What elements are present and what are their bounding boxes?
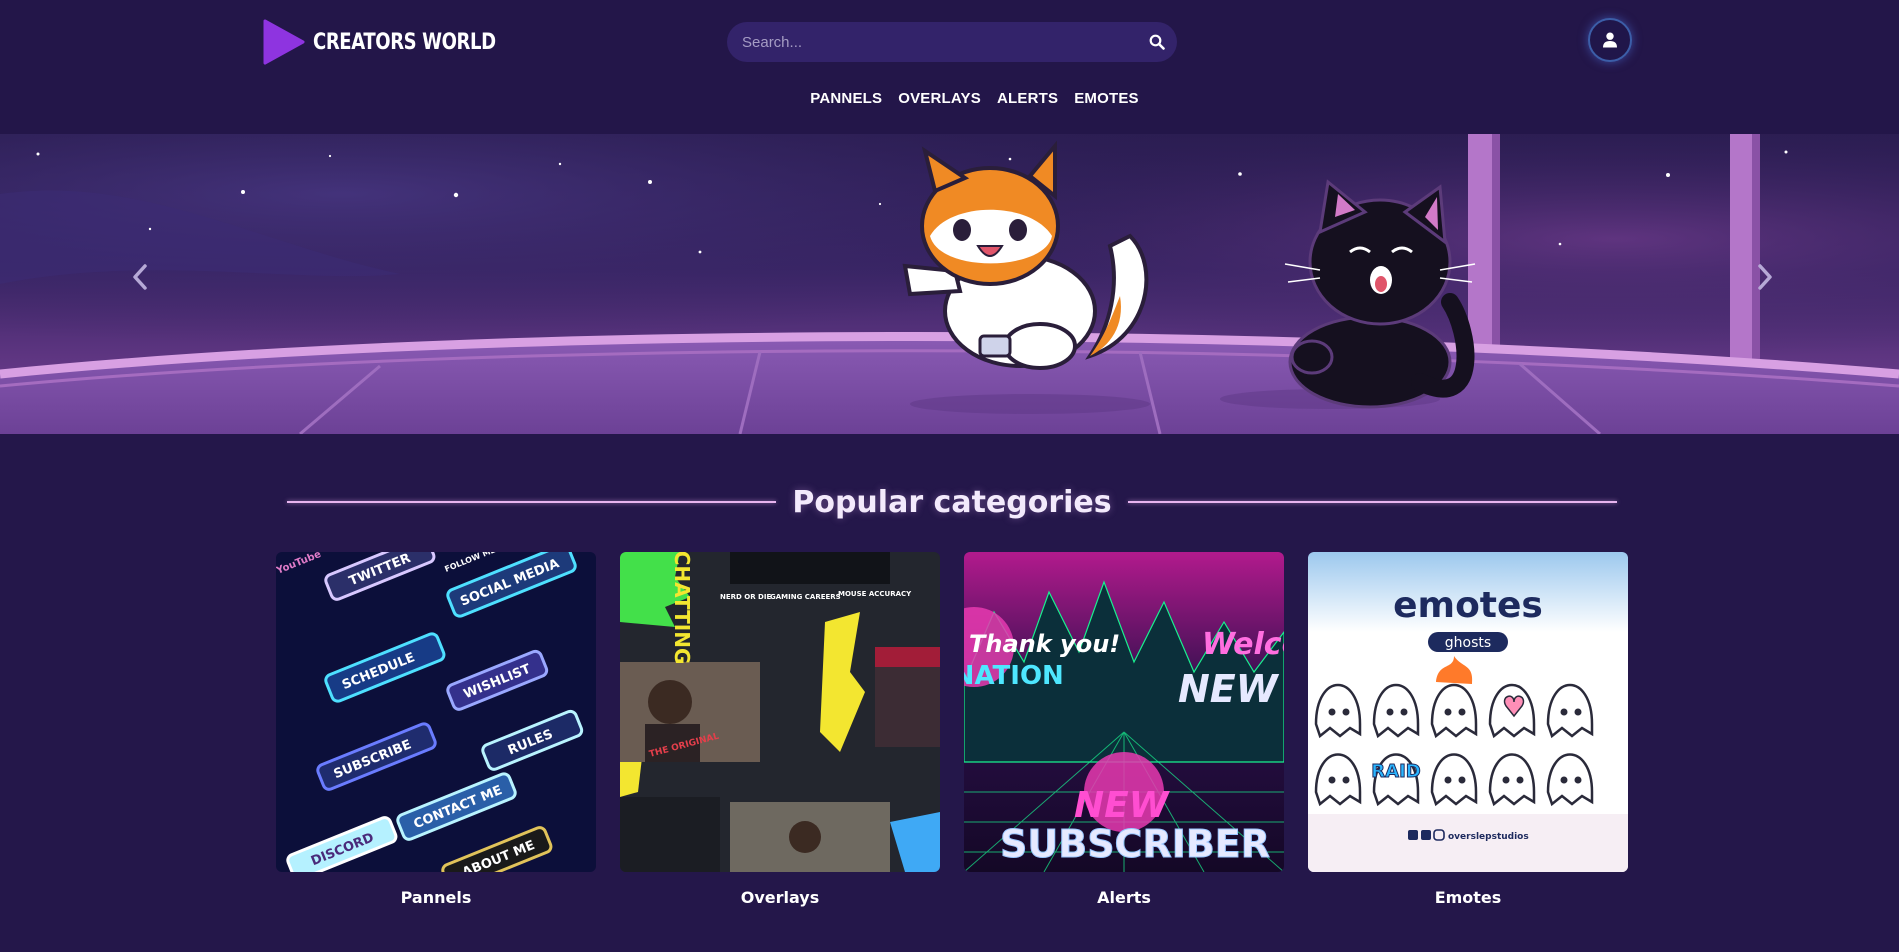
carousel-prev-button[interactable] bbox=[125, 259, 155, 295]
nav-overlays[interactable]: OVERLAYS bbox=[898, 90, 981, 107]
category-card-emotes[interactable]: emotes ghosts RAID overslepstudios Emote… bbox=[1308, 552, 1628, 907]
site-header: CREATORS WORLD PANNELS OVERLAYS ALERTS E… bbox=[0, 0, 1899, 134]
emotes-img-text: emotes bbox=[1393, 585, 1543, 626]
emotes-img-text: ghosts bbox=[1445, 635, 1491, 651]
emotes-img-text: RAID bbox=[1371, 761, 1420, 782]
emotes-img-text: overslepstudios bbox=[1448, 832, 1529, 842]
carousel-next-button[interactable] bbox=[1750, 259, 1780, 295]
overlays-img-text: GAMING CAREERS bbox=[770, 593, 841, 601]
main-nav: PANNELS OVERLAYS ALERTS EMOTES bbox=[0, 90, 1899, 107]
overlays-preview-image: NERD OR DIE GAMING CAREERS MOUSE ACCURAC… bbox=[620, 552, 940, 872]
category-card-pannels[interactable]: TWITTER SOCIAL MEDIA SCHEDULE WISHLIST S… bbox=[276, 552, 596, 907]
section-title-row: Popular categories bbox=[287, 482, 1617, 522]
search-icon bbox=[1149, 34, 1165, 50]
alerts-img-text: NEW bbox=[1074, 785, 1171, 826]
alerts-img-text: Thank you! bbox=[969, 630, 1120, 658]
section-title: Popular categories bbox=[792, 484, 1112, 520]
category-cards: TWITTER SOCIAL MEDIA SCHEDULE WISHLIST S… bbox=[276, 552, 1628, 907]
overlays-img-text: NERD OR DIE bbox=[720, 593, 771, 601]
category-card-alerts[interactable]: Thank you! DONATION Welcome NEW NEW SUBS… bbox=[964, 552, 1284, 907]
search-button[interactable] bbox=[1137, 22, 1177, 62]
category-card-overlays[interactable]: NERD OR DIE GAMING CAREERS MOUSE ACCURAC… bbox=[620, 552, 940, 907]
chevron-right-icon bbox=[1758, 264, 1772, 290]
overlays-thumbnail[interactable]: NERD OR DIE GAMING CAREERS MOUSE ACCURAC… bbox=[620, 552, 940, 872]
title-divider-left bbox=[287, 501, 777, 503]
popular-categories-section: Popular categories TWITTER SOCIAL MEDIA bbox=[0, 434, 1899, 952]
category-label-pannels: Pannels bbox=[400, 888, 472, 907]
user-icon bbox=[1603, 32, 1617, 48]
category-label-alerts: Alerts bbox=[1097, 888, 1151, 907]
nav-pannels[interactable]: PANNELS bbox=[810, 90, 882, 107]
emotes-preview-image: emotes ghosts RAID overslepstudios bbox=[1308, 552, 1628, 872]
nav-alerts[interactable]: ALERTS bbox=[997, 90, 1058, 107]
pannels-preview-image: TWITTER SOCIAL MEDIA SCHEDULE WISHLIST S… bbox=[276, 552, 596, 872]
category-label-emotes: Emotes bbox=[1434, 888, 1502, 907]
alerts-img-text: SUBSCRIBER bbox=[1000, 822, 1270, 866]
pannels-thumbnail[interactable]: TWITTER SOCIAL MEDIA SCHEDULE WISHLIST S… bbox=[276, 552, 596, 872]
emotes-thumbnail[interactable]: emotes ghosts RAID overslepstudios bbox=[1308, 552, 1628, 872]
title-divider-right bbox=[1127, 501, 1617, 503]
logo-text: CREATORS WORLD bbox=[313, 29, 496, 55]
alerts-img-text: NEW bbox=[1178, 667, 1280, 711]
search-bar bbox=[727, 22, 1177, 62]
hero-carousel bbox=[0, 134, 1899, 434]
chevron-left-icon bbox=[133, 264, 147, 290]
category-label-overlays: Overlays bbox=[740, 888, 820, 907]
alerts-thumbnail[interactable]: Thank you! DONATION Welcome NEW NEW SUBS… bbox=[964, 552, 1284, 872]
play-logo-icon bbox=[263, 19, 305, 65]
site-logo[interactable]: CREATORS WORLD bbox=[263, 19, 536, 65]
nav-emotes[interactable]: EMOTES bbox=[1074, 90, 1139, 107]
hero-banner-image bbox=[0, 134, 1899, 434]
search-input[interactable] bbox=[727, 22, 1137, 62]
alerts-preview-image: Thank you! DONATION Welcome NEW NEW SUBS… bbox=[964, 552, 1284, 872]
user-account-button[interactable] bbox=[1588, 18, 1632, 62]
overlays-img-text: MOUSE ACCURACY bbox=[838, 590, 912, 598]
overlays-img-text: JUST CHATTING bbox=[670, 552, 694, 664]
alerts-img-text: Welcome bbox=[1202, 627, 1284, 662]
alerts-img-text: DONATION bbox=[964, 661, 1064, 691]
